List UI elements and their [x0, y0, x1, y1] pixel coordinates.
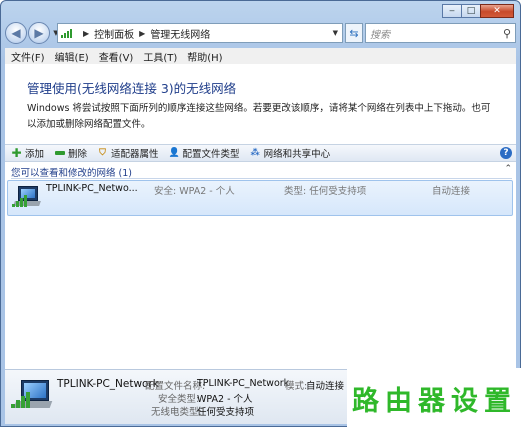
control-panel-icon: [61, 28, 73, 38]
adapter-properties-icon: ⛉: [99, 148, 106, 158]
close-button[interactable]: ✕: [480, 4, 514, 18]
add-icon: ✚: [11, 146, 22, 160]
back-arrow-icon: ◀: [11, 26, 21, 40]
breadcrumb-separator-icon: ▶: [83, 28, 90, 38]
forward-arrow-icon: ▶: [34, 26, 44, 40]
search-placeholder: 搜索: [370, 29, 390, 41]
network-type: 类型: 任何受支持项: [284, 186, 367, 197]
details-mode-label: 模式:: [285, 381, 308, 392]
remove-icon: [54, 148, 65, 159]
menu-edit[interactable]: 编辑(E): [55, 49, 89, 64]
details-security-label: 安全类型:: [158, 394, 200, 405]
minimize-button[interactable]: ‒: [442, 4, 462, 18]
details-network-name: TPLINK-PC_Network: [57, 378, 159, 390]
breadcrumb-manage-wireless[interactable]: 管理无线网络: [150, 26, 210, 41]
navigation-bar: ◀ ▶ ▼ ▶ 控制面板 ▶ 管理无线网络 ▼ ⇆ 搜索 ⚲: [5, 21, 516, 45]
network-group-header[interactable]: 您可以查看和修改的网络 (1) ⌃: [11, 164, 512, 179]
profile-type-label: 配置文件类型: [182, 149, 240, 160]
breadcrumb-separator-icon: ▶: [139, 28, 146, 38]
menu-file[interactable]: 文件(F): [11, 49, 45, 64]
forward-button[interactable]: ▶: [28, 22, 50, 44]
back-button[interactable]: ◀: [5, 22, 27, 44]
command-toolbar: ✚ 添加 删除 ⛉ 适配器属性 👤 配置文件类型 ⁂ 网络和共享中心 ?: [5, 144, 516, 162]
network-security: 安全: WPA2 - 个人: [154, 186, 235, 197]
profile-type-icon: 👤: [168, 148, 180, 158]
menu-tools[interactable]: 工具(T): [143, 49, 177, 64]
search-icon[interactable]: ⚲: [503, 27, 511, 40]
page-title: 管理使用(无线网络连接 3)的无线网络: [27, 81, 237, 96]
wireless-network-icon: [11, 380, 53, 416]
collapse-chevron-icon[interactable]: ⌃: [504, 164, 512, 174]
menu-help[interactable]: 帮助(H): [187, 49, 222, 64]
network-row[interactable]: TPLINK-PC_Netwo... 安全: WPA2 - 个人 类型: 任何受…: [7, 180, 513, 216]
breadcrumb-control-panel[interactable]: 控制面板: [94, 26, 134, 41]
refresh-icon: ⇆: [349, 26, 359, 40]
window-frame: ‒ □ ✕ ◀ ▶ ▼ ▶ 控制面板 ▶ 管理无线网络 ▼ ⇆ 搜索 ⚲ 文件(…: [0, 0, 521, 427]
watermark-text: 路由器设置: [347, 368, 521, 427]
add-button[interactable]: ✚ 添加: [11, 146, 44, 160]
remove-button[interactable]: 删除: [54, 146, 87, 160]
menu-bar: 文件(F) 编辑(E) 查看(V) 工具(T) 帮助(H): [5, 48, 516, 64]
details-radio-label: 无线电类型:: [151, 407, 202, 418]
adapter-properties-button[interactable]: ⛉ 适配器属性: [97, 146, 159, 160]
refresh-button[interactable]: ⇆: [345, 23, 363, 43]
network-center-icon: ⁂: [250, 148, 260, 158]
details-radio-value: 任何受支持项: [197, 407, 255, 418]
details-mode-value: 自动连接: [306, 381, 345, 392]
window-controls: ‒ □ ✕: [442, 4, 514, 18]
network-mode: 自动连接: [432, 186, 471, 197]
network-center-label: 网络和共享中心: [263, 149, 331, 160]
details-security-value: WPA2 - 个人: [197, 394, 253, 405]
search-input[interactable]: 搜索 ⚲: [365, 23, 516, 43]
page-description: Windows 将尝试按照下面所列的顺序连接这些网络。若要更改该顺序，请将某个网…: [27, 103, 491, 130]
group-divider: [11, 178, 512, 179]
network-name: TPLINK-PC_Netwo...: [46, 183, 138, 194]
profile-type-button[interactable]: 👤 配置文件类型: [168, 146, 240, 160]
maximize-button[interactable]: □: [461, 4, 481, 18]
address-bar[interactable]: ▶ 控制面板 ▶ 管理无线网络 ▼: [57, 23, 343, 43]
adapter-properties-label: 适配器属性: [111, 149, 159, 160]
help-icon[interactable]: ?: [500, 147, 512, 159]
remove-label: 删除: [68, 149, 88, 160]
network-center-button[interactable]: ⁂ 网络和共享中心: [250, 146, 331, 160]
details-profile-value: TPLINK-PC_Network: [197, 378, 290, 389]
wireless-network-icon: [12, 186, 42, 212]
main-content: 管理使用(无线网络连接 3)的无线网络 Windows 将尝试按照下面所列的顺序…: [5, 64, 516, 369]
menu-view[interactable]: 查看(V): [99, 49, 134, 64]
add-label: 添加: [25, 149, 45, 160]
address-dropdown-icon[interactable]: ▼: [333, 29, 338, 37]
